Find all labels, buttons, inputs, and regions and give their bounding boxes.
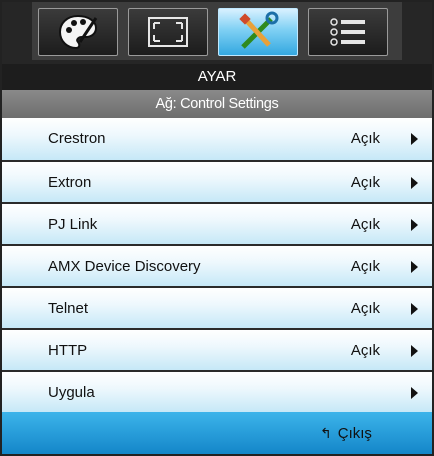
tab-bar <box>2 2 432 64</box>
tab-image[interactable] <box>128 8 208 56</box>
menu-item-label: Crestron <box>48 130 106 147</box>
chevron-right-icon <box>411 387 418 399</box>
menu-title: AYAR <box>2 64 432 90</box>
menu-item-label: Uygula <box>48 384 95 401</box>
menu-item-label: PJ Link <box>48 216 98 233</box>
chevron-right-icon <box>411 177 418 189</box>
menu-item-apply[interactable]: Uygula <box>2 370 432 412</box>
menu-item-value: Açık <box>350 174 380 191</box>
menu-item-pj-link[interactable]: PJ Link Açık <box>2 202 432 244</box>
chevron-right-icon <box>411 345 418 357</box>
back-arrow-icon: ↰ <box>320 425 332 441</box>
menu-item-http[interactable]: HTTP Açık <box>2 328 432 370</box>
menu-item-crestron[interactable]: Crestron Açık <box>2 118 432 160</box>
footer-bar: ↰ Çıkış <box>2 412 432 454</box>
screen-icon <box>148 17 188 47</box>
menu-item-value: Açık <box>350 258 380 275</box>
chevron-right-icon <box>411 219 418 231</box>
submenu-title: Ağ: Control Settings <box>2 90 432 118</box>
list-icon <box>330 18 365 46</box>
menu-item-value: Açık <box>350 300 380 317</box>
tab-strip <box>32 2 402 60</box>
chevron-right-icon <box>411 303 418 315</box>
chevron-right-icon <box>411 133 418 145</box>
menu-item-label: Extron <box>48 174 92 191</box>
menu-item-value: Açık <box>350 342 380 359</box>
tab-options[interactable] <box>308 8 388 56</box>
menu-item-telnet[interactable]: Telnet Açık <box>2 286 432 328</box>
osd-menu: AYAR Ağ: Control Settings Crestron Açık … <box>0 0 434 456</box>
exit-label: Çıkış <box>337 425 372 442</box>
tab-setup[interactable] <box>218 8 298 56</box>
tools-icon <box>239 11 279 49</box>
exit-button[interactable]: ↰ Çıkış <box>320 425 372 442</box>
menu-item-label: HTTP <box>48 342 88 359</box>
menu-item-amx-device-discovery[interactable]: AMX Device Discovery Açık <box>2 244 432 286</box>
palette-icon <box>58 14 98 50</box>
menu-item-label: AMX Device Discovery <box>48 258 201 275</box>
settings-list: Crestron Açık Extron Açık PJ Link Açık A… <box>2 118 432 412</box>
menu-item-value: Açık <box>350 216 380 233</box>
menu-item-label: Telnet <box>48 300 89 317</box>
chevron-right-icon <box>411 261 418 273</box>
menu-item-value: Açık <box>350 130 380 147</box>
menu-item-extron[interactable]: Extron Açık <box>2 160 432 202</box>
tab-display[interactable] <box>38 8 118 56</box>
